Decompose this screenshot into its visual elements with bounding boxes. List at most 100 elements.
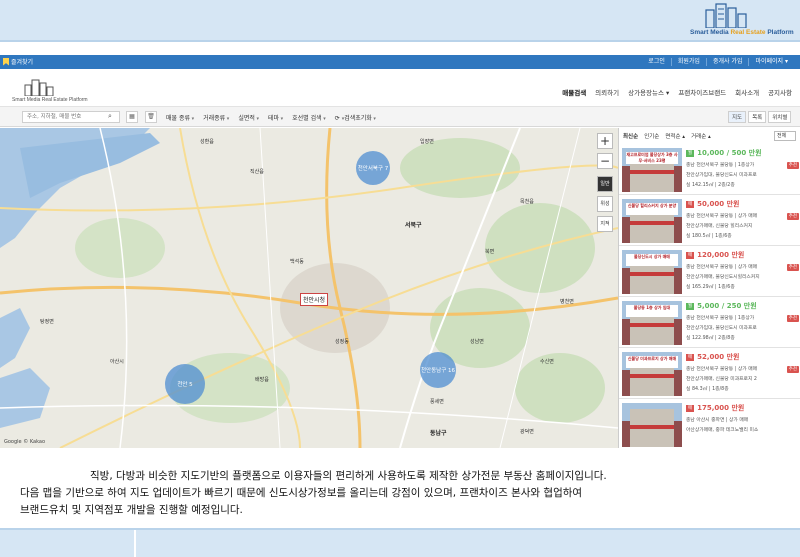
recommend-badge: 추천 xyxy=(786,213,799,220)
listing-thumbnail[interactable]: 불당신도시 상가 매매 xyxy=(622,250,682,294)
zoom-in-button[interactable]: + xyxy=(597,133,613,149)
listing-item[interactable]: 불당신도시 상가 매매 매 120,000 만원 충남 천안서북구 불당동 | 상가 … xyxy=(619,247,800,297)
map-label: 목천읍 xyxy=(520,199,534,205)
tab-map-view[interactable]: 지도 xyxy=(728,111,747,123)
site-header: Smart Media Real Estate Platform 매물검색 의뢰… xyxy=(0,69,800,107)
slide-brand-logo: Smart Media Real Estate Platform xyxy=(690,2,798,38)
listing-thumbnail[interactable]: 재고프로미엄 불당상가 3층 사무·서비스 23평 xyxy=(622,148,682,192)
listing-description: 천안상가임대, 불당신도시 미과프로 xyxy=(686,173,757,178)
search-icon[interactable]: ⌕ xyxy=(108,112,112,121)
thumb-stripe xyxy=(630,323,674,327)
map-cluster-seobuk[interactable]: 천안서북구 7 xyxy=(356,151,390,185)
listing-item[interactable]: 불당동 1층 상가 임대 월 5,000 / 250 만원 충남 천안서북구 불당동 … xyxy=(619,298,800,348)
signup-link[interactable]: 회원가입 xyxy=(670,58,706,66)
map-type-controls: 일반 위성 지적 xyxy=(597,176,613,236)
slide-brand-text: Smart Media Real Estate Platform xyxy=(690,29,794,36)
agent-signup-link[interactable]: 중개사 가입 xyxy=(705,58,749,66)
listing-price: 5,000 / 250 만원 xyxy=(697,302,757,310)
nav-request[interactable]: 의뢰하기 xyxy=(595,87,619,97)
listing-description: 천안상가매매, 신불당 미과프로지 2 xyxy=(686,377,757,382)
thumb-stripe xyxy=(630,272,674,276)
map-cluster-dongnam[interactable]: 천안동남구 16 xyxy=(420,352,456,388)
map-label: 탕정면 xyxy=(40,319,54,325)
map-label: 백석동 xyxy=(290,259,304,265)
nav-property-search[interactable]: 매물검색 xyxy=(562,87,586,97)
listing-filter-select[interactable]: 전체 xyxy=(774,131,796,141)
nav-about[interactable]: 회사소개 xyxy=(735,87,759,97)
map-cluster-cheonan[interactable]: 천안 5 xyxy=(165,364,205,404)
zoom-out-button[interactable]: − xyxy=(597,153,613,169)
listing-description: 아산상가매매, 중파 테크노밸리 미소 xyxy=(686,428,759,433)
listing-item[interactable]: 매 175,000 만원 충남 아산시 중파면 | 상가 매매 아산상가매매, 중파 … xyxy=(619,400,800,448)
filter-subway-line[interactable]: 호선별 검색 xyxy=(292,113,326,122)
map-label: 직산읍 xyxy=(250,169,264,175)
listing-item[interactable]: 신불당 미과프로지 상가 매매 매 52,000 만원 충남 천안서북구 불당동 | … xyxy=(619,349,800,399)
listing-size: 실 84.3㎡ | 1층/8층 xyxy=(686,387,729,392)
thumb-banner: 불당동 1층 상가 임대 xyxy=(626,305,678,317)
map-type-satellite[interactable]: 위성 xyxy=(597,196,613,212)
listing-price: 50,000 만원 xyxy=(697,200,740,208)
listing-info: 매 52,000 만원 충남 천안서북구 불당동 | 상가 매매 천안상가매매, 신불… xyxy=(686,352,798,392)
trash-icon[interactable]: 🗑 xyxy=(145,111,157,123)
listing-address: 충남 천안서북구 불당동 | 상가 매매 xyxy=(686,214,758,219)
filter-deal-type[interactable]: 거래종류 xyxy=(203,113,229,122)
reset-button[interactable]: ⟳ 검색초기화 xyxy=(335,113,376,122)
listing-thumbnail[interactable]: 신불당 힐리스커지 상가 분양 xyxy=(622,199,682,243)
sort-area[interactable]: 면적순 ▴ xyxy=(665,132,685,140)
map-type-cadastral[interactable]: 지적 xyxy=(597,216,613,232)
map-type-normal[interactable]: 일반 xyxy=(597,176,613,192)
map-label: 수신면 xyxy=(540,359,554,365)
listing-item[interactable]: 재고프로미엄 불당상가 3층 사무·서비스 23평 월 10,000 / 500 만… xyxy=(619,145,800,195)
caption-line: 다음 맵을 기반으로 하여 지도 업데이트가 빠르기 때문에 신도시상가정보를 … xyxy=(20,487,583,499)
nav-franchise[interactable]: 프랜차이즈브랜드 xyxy=(678,87,726,97)
map-label: 동남구 xyxy=(430,430,447,437)
main-nav: 매물검색 의뢰하기 상가용장뉴스 ▾ 프랜차이즈브랜드 회사소개 공지사항 xyxy=(562,87,792,97)
building-logo-icon xyxy=(705,3,747,28)
listing-thumbnail[interactable] xyxy=(622,403,682,447)
deal-type-tag: 매 xyxy=(686,404,695,412)
recommend-badge: 추천 xyxy=(786,315,799,322)
map-label: 병천면 xyxy=(560,299,574,305)
thumb-banner: 재고프로미엄 불당상가 3층 사무·서비스 23평 xyxy=(626,152,678,164)
listing-size: 실 165.29㎡ | 1층/6층 xyxy=(686,285,735,290)
listing-thumbnail[interactable]: 신불당 미과프로지 상가 매매 xyxy=(622,352,682,396)
listing-panel: 최신순 인기순 면적순 ▴ 거래순 ▴ 전체 재고프로미엄 불당상가 3층 사무… xyxy=(618,128,800,448)
city-hall-label: 천안시청 xyxy=(300,293,329,306)
listing-thumbnail[interactable]: 불당동 1층 상가 임대 xyxy=(622,301,682,345)
sort-deal[interactable]: 거래순 ▴ xyxy=(691,132,711,140)
listing-address: 충남 천안서북구 불당동 | 1층상가 xyxy=(686,163,755,168)
price-line: 월 10,000 / 500 만원 xyxy=(686,148,798,158)
refresh-icon: ⟳ xyxy=(335,115,344,122)
view-tabs: 지도 목록 위치별 xyxy=(728,111,792,123)
filter-property-type[interactable]: 매물 종류 xyxy=(166,113,194,122)
nav-news[interactable]: 상가용장뉴스 ▾ xyxy=(628,87,669,97)
map-label: 배방읍 xyxy=(255,377,269,383)
site-logo[interactable]: Smart Media Real Estate Platform xyxy=(12,79,88,105)
slide-caption: 직방, 다방과 비슷한 지도기반의 플랫폼으로 이용자들의 편리하게 사용하도록… xyxy=(0,468,800,519)
filter-theme[interactable]: 테마 xyxy=(268,113,283,122)
tab-list-view[interactable]: 목록 xyxy=(748,111,767,123)
listing-info: 매 175,000 만원 충남 아산시 중파면 | 상가 매매 아산상가매매, 중파 … xyxy=(686,403,798,433)
price-line: 매 50,000 만원 xyxy=(686,199,798,209)
map-canvas xyxy=(0,128,618,448)
grid-view-icon[interactable]: ▦ xyxy=(126,111,138,123)
slide-bottom-band xyxy=(0,530,800,557)
filter-bar: ⌕ ▦ 🗑 매물 종류 거래종류 실면적 테마 호선별 검색 ⟳ 검색초기화 지… xyxy=(0,107,800,127)
mypage-link[interactable]: 마이페이지 ▾ xyxy=(748,58,794,66)
login-link[interactable]: 로그인 xyxy=(642,58,671,66)
favorite-link[interactable]: 즐겨찾기 xyxy=(3,57,33,66)
sort-latest[interactable]: 최신순 xyxy=(623,132,638,140)
sort-popular[interactable]: 인기순 xyxy=(644,132,659,140)
search-input[interactable] xyxy=(22,111,120,123)
slide-top-line xyxy=(0,40,800,42)
deal-type-tag: 매 xyxy=(686,251,695,259)
listing-info: 월 10,000 / 500 만원충남 천안서북구 불당동 | 1층상가천안상가임… xyxy=(686,148,798,188)
price-line: 매 52,000 만원 xyxy=(686,352,798,362)
map-label: 성정동 xyxy=(335,339,349,345)
filter-area[interactable]: 실면적 xyxy=(238,113,259,122)
tab-location-view[interactable]: 위치별 xyxy=(768,111,792,123)
map-area[interactable]: 천안서북구 7 천안 5 천안동남구 16 천안시청 서북구 동남구 백석동 성… xyxy=(0,128,618,448)
listing-item[interactable]: 신불당 힐리스커지 상가 분양 매 50,000 만원충남 천안서북구 불당동 | … xyxy=(619,196,800,246)
price-line: 매 175,000 만원 xyxy=(686,403,798,413)
nav-notice[interactable]: 공지사항 xyxy=(768,87,792,97)
